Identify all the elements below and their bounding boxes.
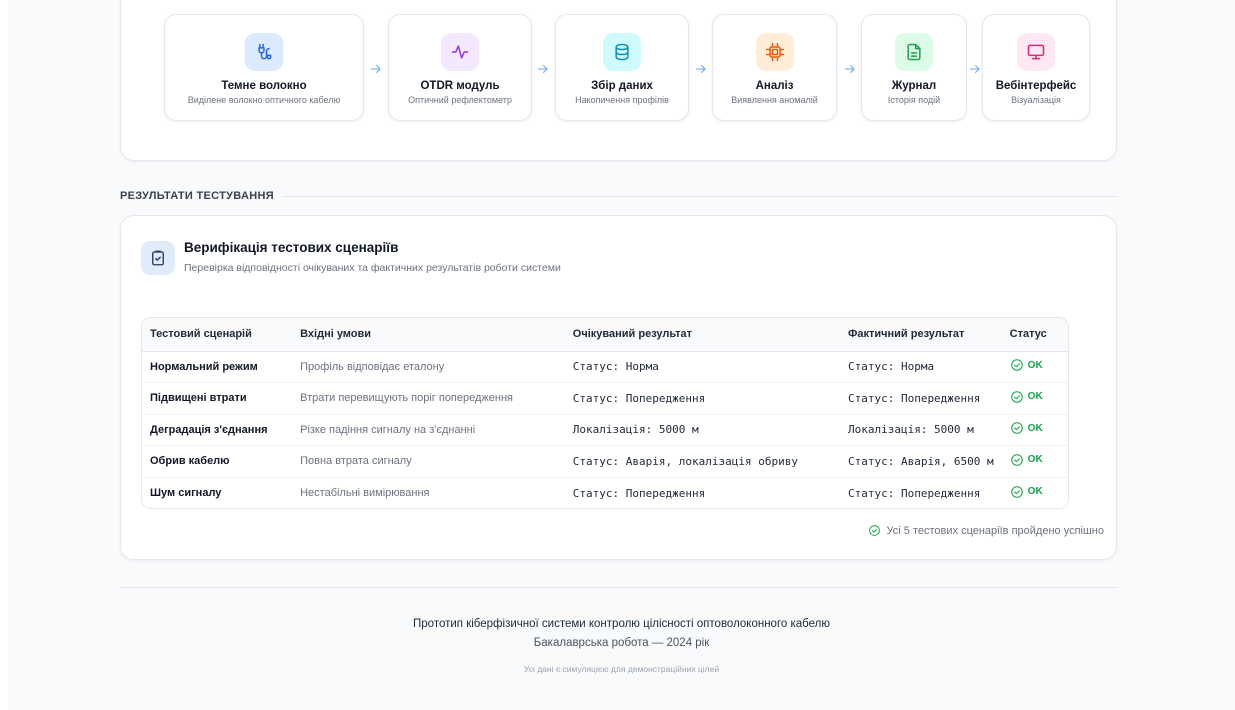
cell-expected: Статус: Попередження xyxy=(564,476,840,508)
cell-actual: Статус: Норма xyxy=(847,360,935,374)
table-row: Підвищені втрати Втрати перевищують поріг… xyxy=(142,382,1068,414)
status-text: OK xyxy=(1027,391,1043,403)
clipboard-check-icon xyxy=(141,241,175,275)
cell-scenario: Шум сигналу xyxy=(142,476,293,508)
section-heading: РЕЗУЛЬТАТИ ТЕСТУВАННЯ xyxy=(120,189,1117,203)
pipeline-step: Збір даних Накопичення профілів xyxy=(555,14,689,121)
pipeline-step-subtitle: Візуалізація xyxy=(1011,95,1061,105)
column-header-scenario: Тестовий сценарій xyxy=(142,318,293,352)
cell-input: Втрати перевищують поріг попередження xyxy=(292,382,565,414)
check-circle-icon xyxy=(868,525,880,536)
cell-actual: Статус: Аварія, 6500 м xyxy=(839,445,1002,477)
column-header-expected: Очікуваний результат xyxy=(564,318,840,352)
check-circle-icon xyxy=(1010,453,1023,466)
pipeline-step: OTDR модуль Оптичний рефлектометр xyxy=(388,14,532,121)
results-title: Верифікація тестових сценаріїв xyxy=(184,240,399,255)
cell-expected: Статус: Норма xyxy=(572,360,659,374)
status-text: OK xyxy=(1027,422,1043,434)
check-circle-icon xyxy=(1010,359,1023,372)
arrow-right-icon xyxy=(968,62,982,76)
pipeline-step: Темне волокно Виділене волокно оптичного … xyxy=(164,14,364,121)
cell-input: Повна втрата сигналу xyxy=(292,445,565,477)
status-badge: OK xyxy=(1010,421,1043,435)
results-subtitle: Перевірка відповідності очікуваних та фа… xyxy=(184,262,561,274)
arrow-right-icon xyxy=(536,62,550,76)
table-row: Обрив кабелю Повна втрата сигналу Статус: … xyxy=(142,445,1068,477)
pipeline-step: Журнал Історія подій xyxy=(861,14,967,121)
cell-actual: Статус: Попередження xyxy=(839,476,1002,508)
pulse-icon xyxy=(441,33,479,71)
file-text-icon xyxy=(895,33,933,71)
pipeline-step-title: Журнал xyxy=(891,80,937,92)
status-badge: OK xyxy=(1010,485,1043,499)
cell-scenario: Нормальний режим xyxy=(150,360,258,373)
cell-actual: Локалізація: 5000 м xyxy=(839,413,1002,446)
results-card: Верифікація тестових сценаріїв Перевірка… xyxy=(120,215,1117,560)
status-text: OK xyxy=(1027,359,1043,371)
cell-status: OK xyxy=(1001,382,1068,414)
status-badge: OK xyxy=(1010,390,1043,404)
cell-scenario: Деградація з'єднання xyxy=(142,413,293,446)
cell-status: OK xyxy=(1001,445,1068,477)
cell-status: OK xyxy=(1001,476,1068,508)
cell-status: OK xyxy=(1002,351,1068,383)
cell-expected: Статус: Аварія, локалізація обриву xyxy=(564,445,840,477)
table-row: Нормальний режим Профіль відповідає етало… xyxy=(142,351,1068,383)
arrow-right-icon xyxy=(843,62,857,76)
footer-note: Усі дані є симуляцією для демонстраційни… xyxy=(523,664,720,674)
monitor-icon xyxy=(1017,33,1055,71)
footer-title: Прототип кіберфізичної системи контролю … xyxy=(413,618,830,630)
arrow-right-icon xyxy=(369,62,383,76)
summary-text: Усі 5 тестових сценаріїв пройдено успішн… xyxy=(886,524,1104,537)
pipeline-step-title: Вебінтерфейс xyxy=(995,80,1077,92)
footer-divider xyxy=(120,587,1117,588)
footer-subtitle: Бакалаврська робота — 2024 рік xyxy=(533,637,710,649)
database-icon xyxy=(603,33,641,71)
cell-scenario: Підвищені втрати xyxy=(142,382,293,414)
pipeline-step-title: Аналіз xyxy=(755,80,794,92)
section-divider xyxy=(281,195,1117,197)
pipeline-step-subtitle: Оптичний рефлектометр xyxy=(408,95,512,105)
cell-expected: Локалізація: 5000 м xyxy=(564,413,840,446)
cpu-icon xyxy=(755,33,794,71)
cell-input: Профіль відповідає еталону xyxy=(300,360,445,373)
pipeline-step: Вебінтерфейс Візуалізація xyxy=(982,14,1090,121)
pipeline-step-title: Темне волокно xyxy=(221,80,307,92)
column-header-status: Статус xyxy=(1001,318,1068,352)
pipeline-step-subtitle: Виділене волокно оптичного кабелю xyxy=(187,95,341,105)
column-header-actual: Фактичний результат xyxy=(839,318,1002,352)
pipeline-card: Темне волокно Виділене волокно оптичного … xyxy=(120,0,1117,161)
status-badge: OK xyxy=(1010,453,1043,467)
cell-input: Нестабільні вимірювання xyxy=(292,476,565,508)
status-text: OK xyxy=(1027,486,1043,497)
arrow-right-icon xyxy=(694,62,708,76)
pipeline-step: Аналіз Виявлення аномалій xyxy=(712,14,837,121)
cell-status: OK xyxy=(1001,413,1068,446)
check-circle-icon xyxy=(1010,485,1023,498)
pipeline-step-subtitle: Історія подій xyxy=(887,95,941,105)
status-badge: OK xyxy=(1010,358,1043,372)
table-row: Шум сигналу Нестабільні вимірювання Статус… xyxy=(142,476,1068,508)
section-heading-text: РЕЗУЛЬТАТИ ТЕСТУВАННЯ xyxy=(120,190,274,202)
table-row: Деградація з'єднання Різке падіння сигнал… xyxy=(142,413,1068,446)
pipeline-step-title: Збір даних xyxy=(591,80,653,92)
cell-actual: Статус: Попередження xyxy=(839,382,1002,414)
summary-message: Усі 5 тестових сценаріїв пройдено успішн… xyxy=(868,524,1104,537)
table-header-row: Тестовий сценарій Вхідні умови Очікувани… xyxy=(142,318,1068,352)
results-table: Тестовий сценарій Вхідні умови Очікувани… xyxy=(141,317,1069,509)
column-header-input: Вхідні умови xyxy=(292,318,565,352)
cell-expected: Статус: Попередження xyxy=(564,382,840,414)
pipeline-step-title: OTDR модуль xyxy=(420,80,500,92)
check-circle-icon xyxy=(1010,422,1023,435)
pipeline-step-subtitle: Накопичення профілів xyxy=(575,95,669,105)
page: Темне волокно Виділене волокно оптичного … xyxy=(8,0,1235,710)
cell-input: Різке падіння сигналу на з'єднанні xyxy=(292,413,565,446)
cable-icon xyxy=(245,33,283,71)
check-circle-icon xyxy=(1010,390,1023,403)
pipeline-step-subtitle: Виявлення аномалій xyxy=(731,95,818,105)
status-text: OK xyxy=(1027,454,1043,466)
cell-scenario: Обрив кабелю xyxy=(142,445,293,477)
